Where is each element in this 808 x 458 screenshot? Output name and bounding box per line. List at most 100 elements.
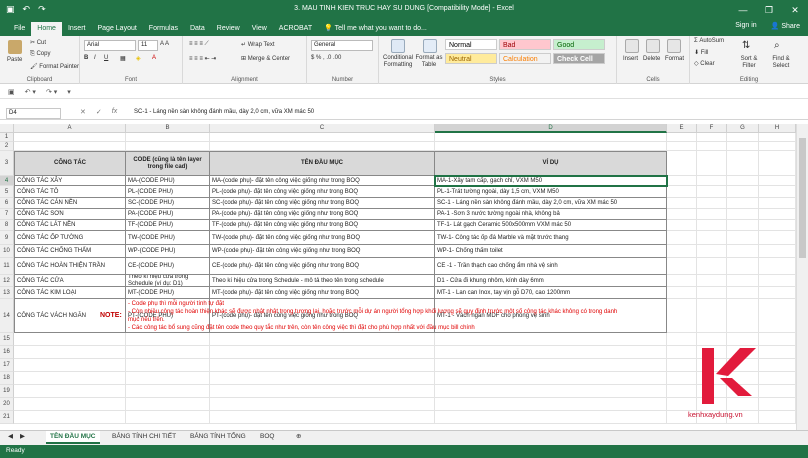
grid-cell[interactable] <box>435 411 667 424</box>
grid-cell[interactable] <box>697 198 727 209</box>
table-cell[interactable]: TF-1- Lát gạch Ceramic 500x500mm VXM mác… <box>435 220 667 231</box>
table-cell[interactable]: WP-(code phụ)- đặt tên công việc giống n… <box>210 245 435 258</box>
row-header[interactable]: 6 <box>0 198 14 209</box>
tab-review[interactable]: Review <box>211 22 246 36</box>
tab-data[interactable]: Data <box>184 22 211 36</box>
column-header-c[interactable]: C <box>210 124 435 133</box>
share-button[interactable]: 👤 Share <box>771 22 800 30</box>
table-cell[interactable]: CÔNG TÁC CÁN NỀN <box>14 198 126 209</box>
grid-cell[interactable] <box>667 231 697 245</box>
table-cell[interactable]: CÔNG TÁC TÔ <box>14 186 126 198</box>
grid-cell[interactable] <box>126 411 210 424</box>
grid-cell[interactable] <box>727 133 759 142</box>
tell-me-search[interactable]: 💡 Tell me what you want to do... <box>318 22 433 36</box>
worksheet-grid[interactable]: A B C D E F G H 1 2 3 4 5 6 7 8 9 10 11 12 13 14 15 16 1… <box>0 124 796 430</box>
row-header[interactable]: 12 <box>0 275 14 287</box>
row-header[interactable]: 16 <box>0 346 14 359</box>
grid-cell[interactable] <box>697 133 727 142</box>
grid-cell[interactable] <box>667 287 697 299</box>
grid-cell[interactable] <box>126 142 210 151</box>
grid-cell[interactable] <box>697 151 727 176</box>
conditional-formatting-button[interactable]: Conditional Formatting <box>381 55 415 69</box>
font-name-select[interactable]: Arial <box>84 40 136 51</box>
grid-cell[interactable] <box>759 245 796 258</box>
table-cell[interactable]: CE-(CODE PHU) <box>126 258 210 275</box>
sheet-tab-bang-tinh-chi-tiet[interactable]: BẢNG TÍNH CHI TIẾT <box>108 431 180 444</box>
column-header-h[interactable]: H <box>759 124 796 133</box>
grid-cell[interactable] <box>727 333 759 346</box>
row-header[interactable]: 20 <box>0 398 14 411</box>
grid-cell[interactable] <box>667 133 697 142</box>
table-header-cell[interactable]: CODE (cũng là tên layer trong file cad) <box>126 151 210 176</box>
row-header[interactable]: 17 <box>0 359 14 372</box>
grid-cell[interactable] <box>14 133 126 142</box>
table-cell[interactable]: SC-(CODE PHU) <box>126 198 210 209</box>
grid-cell[interactable] <box>759 142 796 151</box>
grid-cell[interactable] <box>697 186 727 198</box>
name-box[interactable]: D4 <box>6 108 61 119</box>
insert-button[interactable]: Insert <box>623 56 638 62</box>
tab-file[interactable]: File <box>8 22 31 36</box>
grid-cell[interactable] <box>759 287 796 299</box>
border-icon[interactable]: ▦ <box>120 55 126 62</box>
grid-cell[interactable] <box>697 333 727 346</box>
tab-acrobat[interactable]: ACROBAT <box>273 22 318 36</box>
row-header[interactable]: 15 <box>0 333 14 346</box>
grid-cell[interactable] <box>727 299 759 333</box>
grid-cell[interactable] <box>435 359 667 372</box>
grid-cell[interactable] <box>667 299 697 333</box>
row-header[interactable]: 2 <box>0 142 14 151</box>
add-sheet-icon[interactable]: ⊕ <box>292 431 305 444</box>
close-button[interactable]: ✕ <box>782 0 808 20</box>
grid-cell[interactable] <box>210 142 435 151</box>
table-cell[interactable]: Theo kí hiệu cửa trong Schedule (ví dụ: … <box>126 275 210 287</box>
grid-cell[interactable] <box>697 176 727 186</box>
grid-cell[interactable] <box>667 176 697 186</box>
table-cell[interactable]: SC-1 - Láng nền sàn không đánh mầu, dày … <box>435 198 667 209</box>
row-header[interactable]: 9 <box>0 231 14 245</box>
table-cell[interactable]: D1 - Cửa đi khung nhôm, kính dày 6mm <box>435 275 667 287</box>
grid-cell[interactable] <box>667 209 697 220</box>
row-header[interactable]: 19 <box>0 385 14 398</box>
find-select-button[interactable]: Find & Select <box>766 56 796 70</box>
table-cell[interactable]: CÔNG TÁC CỬA <box>14 275 126 287</box>
table-cell[interactable]: WP-(CODE PHU) <box>126 245 210 258</box>
row-header[interactable]: 4 <box>0 176 14 186</box>
table-cell[interactable]: TW-(CODE PHU) <box>126 231 210 245</box>
grid-cell[interactable] <box>697 142 727 151</box>
table-cell[interactable]: TF-(code phụ)- đặt tên công việc giống n… <box>210 220 435 231</box>
table-cell[interactable]: Theo kí hiệu cửa trong Schedule - mô tả … <box>210 275 435 287</box>
grid-cell[interactable] <box>126 333 210 346</box>
grid-cell[interactable] <box>759 133 796 142</box>
number-format-icons[interactable]: $ % , .0 .00 <box>311 55 341 61</box>
column-header-g[interactable]: G <box>727 124 759 133</box>
paste-icon[interactable] <box>8 40 22 54</box>
grid-cell[interactable] <box>759 231 796 245</box>
grid-cell[interactable] <box>667 151 697 176</box>
grid-cell[interactable] <box>14 385 126 398</box>
style-calculation[interactable]: Calculation <box>499 53 551 64</box>
grid-cell[interactable] <box>759 398 796 411</box>
grid-cell[interactable] <box>126 133 210 142</box>
row-header[interactable]: 10 <box>0 245 14 258</box>
tab-view[interactable]: View <box>246 22 273 36</box>
table-cell[interactable]: TF-(CODE PHU) <box>126 220 210 231</box>
table-cell[interactable]: CÔNG TÁC XÂY <box>14 176 126 186</box>
grid-cell[interactable] <box>759 151 796 176</box>
grid-cell[interactable] <box>126 398 210 411</box>
style-normal[interactable]: Normal <box>445 39 497 50</box>
grid-cell[interactable] <box>759 176 796 186</box>
grid-cell[interactable] <box>697 299 727 333</box>
sort-filter-button[interactable]: Sort & Filter <box>734 56 764 70</box>
tab-insert[interactable]: Insert <box>62 22 92 36</box>
format-painter-button[interactable]: 🖌 Format Painter <box>30 63 79 70</box>
grid-cell[interactable] <box>667 245 697 258</box>
number-format-select[interactable]: General <box>311 40 373 51</box>
grid-cell[interactable] <box>759 186 796 198</box>
restore-button[interactable]: ❐ <box>756 0 782 20</box>
grid-cell[interactable] <box>210 333 435 346</box>
grow-shrink-icon[interactable]: A A <box>160 41 169 47</box>
style-bad[interactable]: Bad <box>499 39 551 50</box>
sheet-nav-next-icon[interactable]: ▶ <box>16 431 29 444</box>
align-top-icons[interactable]: ≡ ≡ ≡ ⟋ <box>189 41 209 48</box>
